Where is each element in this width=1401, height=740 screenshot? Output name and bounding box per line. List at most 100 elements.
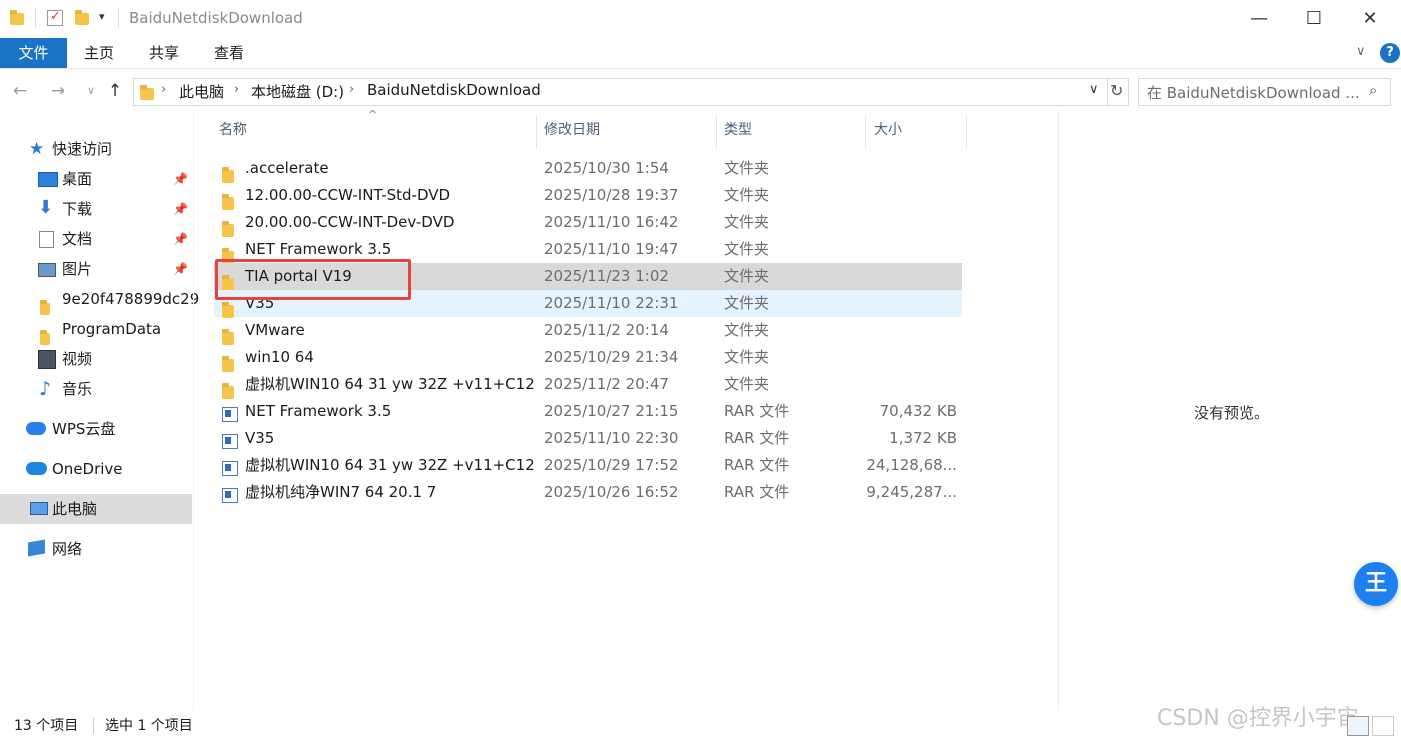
forward-icon[interactable]: → [47,80,69,102]
address-history-icon[interactable]: ∨ [1089,82,1099,97]
file-type: 文件夹 [724,321,770,339]
nav-quick-access[interactable]: ★ 快速访问 [0,134,192,164]
rar-archive-icon [222,485,238,512]
address-bar[interactable]: › 此电脑 › 本地磁盘 (D:) › BaiduNetdiskDownload… [133,78,1129,106]
divider [35,8,36,28]
large-icons-view-icon[interactable] [1372,716,1394,736]
file-row[interactable]: V35 2025/11/10 22:30 RAR 文件 1,372 KB [214,425,962,452]
tab-view[interactable]: 查看 [206,38,252,68]
tab-file[interactable]: 文件 [0,38,67,68]
file-row[interactable]: TIA portal V19 2025/11/23 1:02 文件夹 [214,263,962,291]
file-name: 虚拟机WIN10 64 31 yw 32Z +v11+C12 [245,375,535,393]
file-type: 文件夹 [724,348,770,366]
up-icon[interactable]: ↑ [104,80,126,102]
breadcrumb-separator[interactable]: › [349,82,354,97]
nav-item-music[interactable]: ♪ 音乐 [0,374,192,404]
back-icon[interactable]: ← [9,80,31,102]
file-row[interactable]: NET Framework 3.5 2025/11/10 19:47 文件夹 [214,236,962,264]
nav-item-documents[interactable]: 文档 📌 [0,224,192,254]
nav-label: 视频 [62,350,93,368]
file-size: 24,128,68... [866,456,957,474]
nav-network[interactable]: 网络 [0,534,192,564]
tab-home[interactable]: 主页 [76,38,122,68]
nav-onedrive[interactable]: OneDrive [0,454,192,484]
file-name: VMware [245,321,305,339]
music-icon: ♪ [39,378,52,400]
nav-label: 网络 [52,540,83,558]
nav-item-programdata[interactable]: ProgramData [0,314,192,345]
column-divider[interactable] [865,116,866,148]
file-type: RAR 文件 [724,429,790,447]
file-row[interactable]: V35 2025/11/10 22:31 文件夹 [214,290,962,318]
column-divider[interactable] [716,116,717,148]
documents-icon [39,231,54,248]
title-bar: ✓ ▾ BaiduNetdiskDownload — ☐ ✕ [0,0,1401,38]
properties-icon[interactable]: ✓ [47,9,63,26]
details-view-icon[interactable] [1347,716,1369,736]
pin-icon[interactable]: 📌 [173,194,188,224]
file-row[interactable]: NET Framework 3.5 2025/10/27 21:15 RAR 文件 7… [214,398,962,425]
new-folder-icon[interactable] [75,10,93,29]
breadcrumb-this-pc[interactable]: 此电脑 [179,81,224,102]
nav-item-downloads[interactable]: ⬇ 下载 📌 [0,194,192,224]
file-row[interactable]: 虚拟机WIN10 64 31 yw 32Z +v11+C12 2025/11/2 … [214,371,962,399]
expand-ribbon-icon[interactable]: ∨ [1356,44,1366,59]
nav-item-videos[interactable]: 视频 [0,344,192,374]
breadcrumb-separator[interactable]: › [234,82,239,97]
status-item-count: 13 个项目 [14,718,79,734]
file-row[interactable]: VMware 2025/11/2 20:14 文件夹 [214,317,962,345]
file-row[interactable]: 虚拟机纯净WIN7 64 20.1 7 2025/10/26 16:52 RAR 文… [214,479,962,506]
file-name: 12.00.00-CCW-INT-Std-DVD [245,186,451,204]
nav-item-desktop[interactable]: 桌面 📌 [0,164,192,194]
nav-this-pc[interactable]: 此电脑 [0,494,192,524]
column-header-name[interactable]: 名称 [219,116,536,144]
file-name: win10 64 [245,348,314,366]
file-row[interactable]: 20.00.00-CCW-INT-Dev-DVD 2025/11/10 16:42… [214,209,962,237]
column-header-size[interactable]: 大小 [874,116,966,144]
column-header-type[interactable]: 类型 [724,116,865,144]
floating-assistant-icon[interactable]: 王 [1354,562,1398,606]
file-date: 2025/10/30 1:54 [544,159,669,177]
file-row[interactable]: win10 64 2025/10/29 21:34 文件夹 [214,344,962,372]
file-date: 2025/11/10 16:42 [544,213,679,231]
file-type: RAR 文件 [724,483,790,501]
file-size: 9,245,287... [866,483,957,501]
divider [93,718,94,734]
window-title: BaiduNetdiskDownload [129,9,303,27]
file-size: 1,372 KB [889,429,957,447]
file-row[interactable]: .accelerate 2025/10/30 1:54 文件夹 [214,155,962,183]
customize-toolbar-icon[interactable]: ▾ [99,10,105,23]
pin-icon[interactable]: 📌 [173,224,188,254]
file-name: .accelerate [245,159,329,177]
nav-wps-cloud[interactable]: WPS云盘 [0,414,192,444]
file-row[interactable]: 12.00.00-CCW-INT-Std-DVD 2025/10/28 19:37… [214,182,962,210]
maximize-button[interactable]: ☐ [1291,0,1337,38]
search-box[interactable]: 在 BaiduNetdiskDownload ... ⌕ [1138,78,1391,106]
close-button[interactable]: ✕ [1347,0,1393,38]
refresh-icon[interactable]: ↻ [1110,81,1123,100]
preview-divider[interactable] [1058,110,1059,710]
file-row[interactable]: 虚拟机WIN10 64 31 yw 32Z +v11+C12 2025/10/29… [214,452,962,479]
search-icon[interactable]: ⌕ [1369,81,1377,99]
help-icon[interactable]: ? [1380,43,1400,63]
pin-icon[interactable]: 📌 [173,254,188,284]
search-input[interactable]: 在 BaiduNetdiskDownload ... [1147,82,1360,103]
file-date: 2025/11/23 1:02 [544,267,669,285]
column-divider[interactable] [536,116,537,148]
file-date: 2025/11/10 22:31 [544,294,679,312]
pin-icon[interactable]: 📌 [173,164,188,194]
pane-divider [193,110,194,710]
column-divider[interactable] [966,116,967,148]
nav-label: 音乐 [62,380,93,398]
recent-locations-icon[interactable]: ∨ [80,80,102,102]
file-type: 文件夹 [724,159,770,177]
nav-item-pictures[interactable]: 图片 📌 [0,254,192,284]
breadcrumb-current[interactable]: BaiduNetdiskDownload [367,81,541,99]
nav-item-folder[interactable]: 9e20f478899dc29 [0,284,199,315]
tab-share[interactable]: 共享 [141,38,187,68]
column-header-date[interactable]: 修改日期 [544,116,716,144]
breadcrumb-separator[interactable]: › [161,82,166,97]
nav-label: 图片 [62,260,93,278]
breadcrumb-drive-d[interactable]: 本地磁盘 (D:) [251,81,344,102]
minimize-button[interactable]: — [1236,0,1282,38]
